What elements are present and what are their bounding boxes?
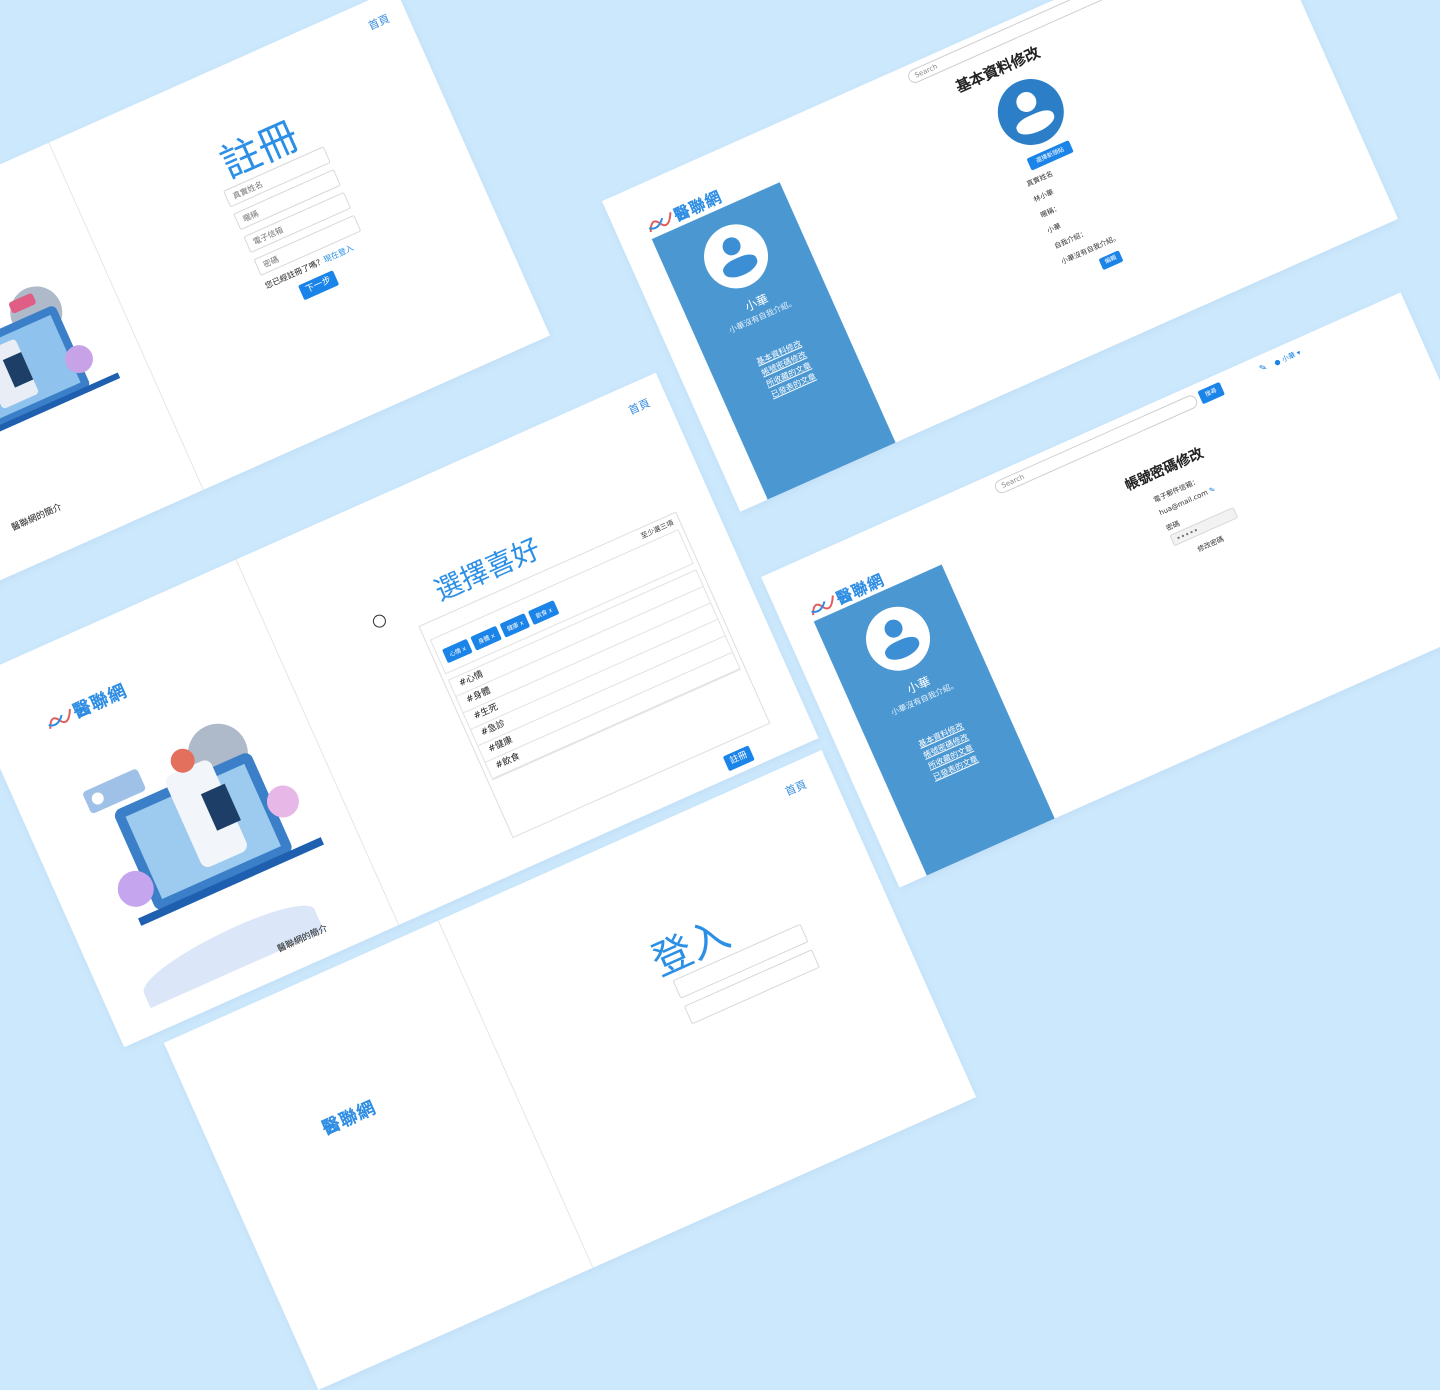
user-avatar [855,596,941,681]
chevron-down-icon: ▾ [1295,348,1303,358]
search-input[interactable]: Search [905,0,1131,86]
register-button[interactable]: 註冊 [722,745,755,772]
tag-body[interactable]: 身體 x [470,625,502,651]
tag-diet[interactable]: 飲食 x [528,600,560,625]
home-link[interactable]: 首頁 [626,395,653,419]
search-input[interactable]: Search [992,393,1200,496]
user-avatar [693,214,779,299]
tag-mood[interactable]: 心情 x [441,638,474,664]
change-password-link[interactable]: 修改密碼 [1196,534,1226,555]
user-menu-label: 小華 [1280,350,1297,364]
login-link[interactable]: 現在登入 [322,243,355,264]
logo-text: 醫聯網 [318,1097,380,1140]
tag-health[interactable]: 健康 x [499,612,531,638]
doctor-illustration [0,251,144,484]
divider [437,920,594,1268]
intro-link[interactable]: 醫聯網的簡介 [9,500,64,533]
home-link[interactable]: 首頁 [365,10,392,34]
logo-text: 醫聯網 [69,680,131,723]
logo: 醫聯網 [317,1094,380,1141]
pencil-icon[interactable]: ✎ [1208,485,1217,495]
search-button[interactable]: 搜尋 [1197,381,1226,405]
clock-icon[interactable] [370,612,389,630]
logo: 醫聯網 [41,677,131,736]
user-menu[interactable]: ● 小華 ▾ [1273,348,1303,369]
edit-icon[interactable]: ✎ [1258,363,1269,375]
home-link[interactable]: 首頁 [782,776,809,800]
